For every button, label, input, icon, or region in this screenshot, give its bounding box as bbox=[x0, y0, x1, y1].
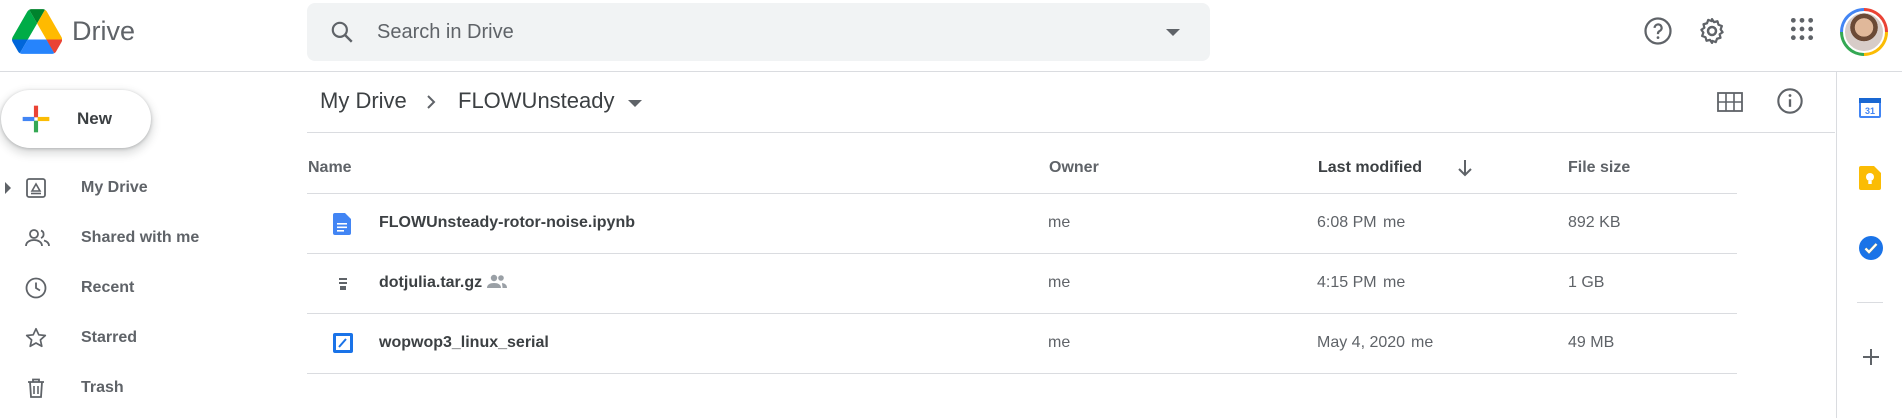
table-row[interactable]: FLOWUnsteady-rotor-noise.ipynb me 6:08 P… bbox=[307, 194, 1737, 254]
avatar-photo bbox=[1843, 11, 1885, 53]
account-avatar[interactable] bbox=[1840, 8, 1888, 56]
column-header-file-size: File size bbox=[1568, 159, 1631, 176]
file-owner: me bbox=[1048, 334, 1071, 351]
file-owner: me bbox=[1048, 274, 1071, 291]
table-row[interactable]: wopwop3_linux_serial me May 4, 2020 me 4… bbox=[307, 314, 1737, 374]
sidebar-item-label: My Drive bbox=[81, 179, 148, 196]
file-modified-by: me bbox=[1383, 214, 1406, 231]
search-icon[interactable] bbox=[329, 19, 355, 50]
tasks-icon[interactable] bbox=[1859, 236, 1883, 265]
grid-view-icon[interactable] bbox=[1716, 89, 1744, 120]
calendar-day: 31 bbox=[1865, 106, 1875, 116]
column-header-owner: Owner bbox=[1049, 159, 1099, 176]
file-modified-by: me bbox=[1411, 334, 1434, 351]
file-name[interactable]: wopwop3_linux_serial bbox=[379, 334, 549, 352]
file-size: 49 MB bbox=[1568, 334, 1615, 351]
new-button[interactable]: New bbox=[1, 90, 151, 148]
file-owner: me bbox=[1048, 214, 1071, 231]
calendar-icon[interactable]: 31 bbox=[1859, 96, 1881, 123]
sidebar-item-label: Starred bbox=[81, 329, 138, 346]
star-icon bbox=[24, 326, 48, 355]
binary-icon bbox=[333, 333, 353, 358]
shared-people-icon bbox=[486, 273, 508, 294]
app-brand[interactable]: Drive bbox=[72, 16, 135, 47]
sidebar-item-label: Trash bbox=[81, 379, 124, 396]
side-panel: 31 bbox=[1836, 72, 1902, 418]
file-modified-by: me bbox=[1383, 274, 1406, 291]
table-row[interactable]: dotjulia.tar.gz me 4:15 PM me 1 GB bbox=[307, 254, 1737, 314]
clock-icon bbox=[24, 276, 48, 305]
chevron-right-icon bbox=[424, 93, 438, 116]
file-modified: 6:08 PM bbox=[1317, 214, 1377, 231]
my-drive-icon bbox=[24, 176, 48, 205]
new-button-label: New bbox=[77, 109, 112, 128]
settings-gear-icon[interactable] bbox=[1697, 16, 1727, 51]
column-header-name[interactable]: Name bbox=[308, 159, 352, 177]
sidebar-item-starred[interactable]: Starred bbox=[0, 318, 300, 358]
add-addon-plus-icon[interactable] bbox=[1861, 347, 1881, 372]
sidebar-item-label: Recent bbox=[81, 279, 135, 296]
sidebar-item-recent[interactable]: Recent bbox=[0, 268, 300, 308]
column-header-last-modified[interactable]: Last modified bbox=[1318, 159, 1422, 177]
expand-caret-icon[interactable] bbox=[5, 182, 11, 194]
file-size: 892 KB bbox=[1568, 214, 1621, 231]
sidebar-item-my-drive[interactable]: My Drive bbox=[0, 168, 300, 208]
search-input[interactable]: Search in Drive bbox=[377, 21, 514, 44]
sort-arrow-down-icon[interactable] bbox=[1456, 158, 1474, 183]
top-bar: Drive Search in Drive bbox=[0, 0, 1902, 72]
trash-icon bbox=[24, 376, 48, 405]
help-icon[interactable] bbox=[1643, 16, 1673, 51]
doc-icon bbox=[333, 213, 351, 240]
breadcrumb-root[interactable]: My Drive bbox=[320, 88, 407, 114]
file-name[interactable]: FLOWUnsteady-rotor-noise.ipynb bbox=[379, 214, 635, 232]
file-modified: 4:15 PM bbox=[1317, 274, 1377, 291]
keep-icon[interactable] bbox=[1859, 166, 1881, 195]
sidebar-item-label: Shared with me bbox=[81, 229, 200, 246]
archive-icon bbox=[337, 273, 349, 300]
search-bar[interactable]: Search in Drive bbox=[307, 3, 1210, 61]
search-options-dropdown-icon[interactable] bbox=[1166, 29, 1180, 36]
sidebar-item-trash[interactable]: Trash bbox=[0, 368, 300, 408]
file-size: 1 GB bbox=[1568, 274, 1605, 291]
file-name[interactable]: dotjulia.tar.gz bbox=[379, 274, 482, 292]
folder-menu-dropdown-icon[interactable] bbox=[628, 100, 642, 107]
file-modified: May 4, 2020 bbox=[1317, 334, 1406, 351]
drive-logo-icon[interactable] bbox=[12, 9, 63, 59]
breadcrumb-current-folder[interactable]: FLOWUnsteady bbox=[458, 88, 615, 114]
sidebar-item-shared-with-me[interactable]: Shared with me bbox=[0, 218, 300, 258]
info-icon[interactable] bbox=[1776, 87, 1804, 120]
side-panel-divider bbox=[1857, 302, 1883, 303]
shared-people-icon bbox=[24, 226, 52, 255]
apps-grid-icon[interactable] bbox=[1789, 16, 1815, 47]
header-divider bbox=[307, 132, 1835, 133]
plus-icon bbox=[19, 104, 53, 139]
